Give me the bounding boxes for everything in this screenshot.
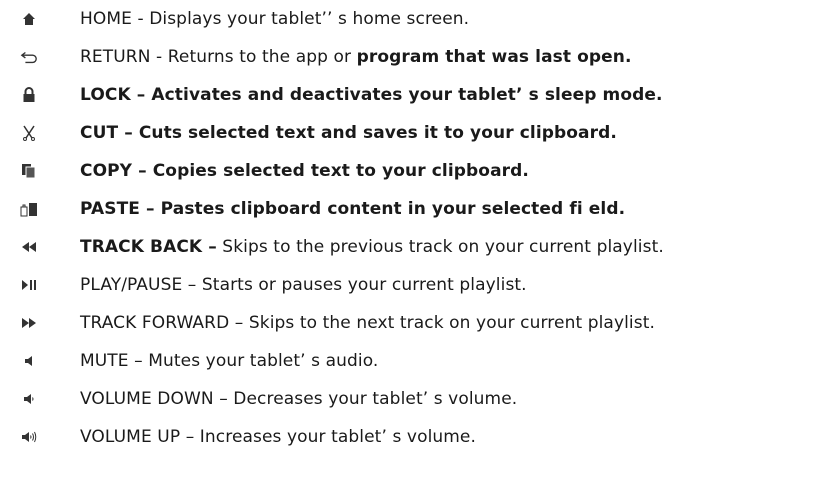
item-text: COPY – Copies selected text to your clip… [80, 161, 529, 181]
paste-icon [20, 200, 38, 218]
item-text: LOCK – Activates and deactivates your ta… [80, 85, 663, 105]
list-item-paste: PASTE – Pastes clipboard content in your… [0, 190, 833, 228]
item-text: TRACK FORWARD – Skips to the next track … [80, 313, 655, 333]
item-text: PLAY/PAUSE – Starts or pauses your curre… [80, 275, 527, 295]
mute-icon [20, 352, 38, 370]
track-back-icon [20, 238, 38, 256]
volume-down-icon [20, 390, 38, 408]
copy-icon [20, 162, 38, 180]
list-item-copy: COPY – Copies selected text to your clip… [0, 152, 833, 190]
home-icon [20, 10, 38, 28]
volume-up-icon [20, 428, 38, 446]
list-item-lock: LOCK – Activates and deactivates your ta… [0, 76, 833, 114]
list-item-mute: MUTE – Mutes your tablet’ s audio. [0, 342, 833, 380]
list-item-volume-down: VOLUME DOWN – Decreases your tablet’ s v… [0, 380, 833, 418]
item-text: PASTE – Pastes clipboard content in your… [80, 199, 626, 219]
play-pause-icon [20, 276, 38, 294]
item-text: MUTE – Mutes your tablet’ s audio. [80, 351, 379, 371]
item-text: VOLUME UP – Increases your tablet’ s vol… [80, 427, 476, 447]
list-item-track-forward: TRACK FORWARD – Skips to the next track … [0, 304, 833, 342]
item-text: RETURN - Returns to the app or program t… [80, 47, 632, 67]
list-item-track-back: TRACK BACK – Skips to the previous track… [0, 228, 833, 266]
item-text: HOME - Displays your tablet’’ s home scr… [80, 9, 470, 29]
track-forward-icon [20, 314, 38, 332]
return-arrow-icon [20, 48, 38, 66]
list-item-cut: CUT – Cuts selected text and saves it to… [0, 114, 833, 152]
item-text: CUT – Cuts selected text and saves it to… [80, 123, 617, 143]
item-text: TRACK BACK – Skips to the previous track… [80, 237, 664, 257]
list-item-return: RETURN - Returns to the app or program t… [0, 38, 833, 76]
list-item-volume-up: VOLUME UP – Increases your tablet’ s vol… [0, 418, 833, 456]
item-text: VOLUME DOWN – Decreases your tablet’ s v… [80, 389, 518, 409]
lock-icon [20, 86, 38, 104]
list-item-home: HOME - Displays your tablet’’ s home scr… [0, 0, 833, 38]
list-item-play-pause: PLAY/PAUSE – Starts or pauses your curre… [0, 266, 833, 304]
scissors-icon [20, 124, 38, 142]
